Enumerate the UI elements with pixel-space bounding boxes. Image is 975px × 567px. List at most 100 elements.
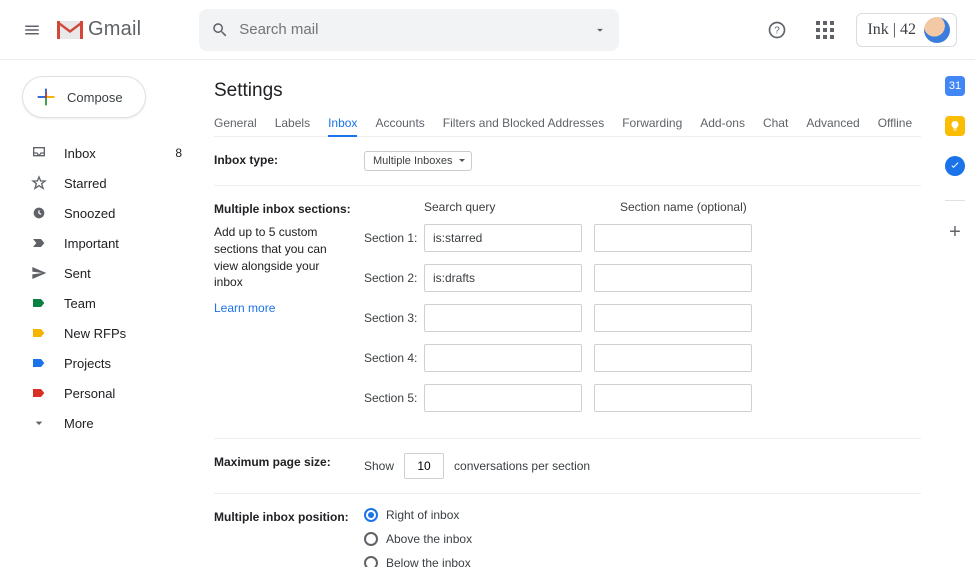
main-menu-button[interactable] xyxy=(12,21,52,39)
more-icon xyxy=(30,414,48,432)
workspace-name: Ink | 42 xyxy=(867,21,916,39)
page-title: Settings xyxy=(214,80,921,102)
sidebar-item-starred[interactable]: Starred xyxy=(8,168,200,198)
label-green-icon xyxy=(30,294,48,312)
position-label: Multiple inbox position: xyxy=(214,508,364,524)
sidebar-item-inbox[interactable]: Inbox 8 xyxy=(8,138,200,168)
keep-icon xyxy=(949,120,961,132)
tab-add-ons[interactable]: Add-ons xyxy=(700,116,745,130)
nav-list: Inbox 8 Starred Snoozed Important Sent Team New… xyxy=(8,138,200,438)
tab-accounts[interactable]: Accounts xyxy=(375,116,424,130)
page-size-label: Maximum page size: xyxy=(214,453,364,469)
sections-grid: Search query Section name (optional) Sec… xyxy=(364,200,790,424)
tasks-addon[interactable] xyxy=(945,156,965,176)
tab-inbox[interactable]: Inbox xyxy=(328,116,357,137)
tab-general[interactable]: General xyxy=(214,116,257,130)
account-chip[interactable]: Ink | 42 xyxy=(856,13,957,47)
section-name-input-1[interactable] xyxy=(594,224,752,252)
radio-icon xyxy=(364,508,378,522)
position-option-label: Above the inbox xyxy=(386,532,472,546)
sidebar-item-more[interactable]: More xyxy=(8,408,200,438)
label-blue-icon xyxy=(30,354,48,372)
section-query-input-1[interactable] xyxy=(424,224,582,252)
section-row-3: Section 3: xyxy=(364,304,790,332)
tab-labels[interactable]: Labels xyxy=(275,116,310,130)
rail-separator xyxy=(945,200,965,201)
inbox-type-label: Inbox type: xyxy=(214,151,364,167)
sidebar-item-label: Team xyxy=(64,296,96,311)
main-content: Settings General Labels Inbox Accounts Filte… xyxy=(200,60,935,567)
position-option-0[interactable]: Right of inbox xyxy=(364,508,472,522)
section-query-input-3[interactable] xyxy=(424,304,582,332)
inbox-icon xyxy=(30,144,48,162)
section-row-label: Section 1: xyxy=(364,231,424,245)
sidebar-item-projects[interactable]: Projects xyxy=(8,348,200,378)
section-page-size: Maximum page size: Show conversations pe… xyxy=(214,439,921,494)
section-name-input-3[interactable] xyxy=(594,304,752,332)
sidebar-item-label: More xyxy=(64,416,94,431)
learn-more-link[interactable]: Learn more xyxy=(214,301,364,315)
page-size-input[interactable] xyxy=(404,453,444,479)
section-name-input-5[interactable] xyxy=(594,384,752,412)
keep-addon[interactable] xyxy=(945,116,965,136)
section-query-input-2[interactable] xyxy=(424,264,582,292)
sidebar-item-label: Snoozed xyxy=(64,206,115,221)
gmail-logo[interactable]: Gmail xyxy=(56,18,141,41)
sidebar-item-label: Important xyxy=(64,236,119,251)
sidebar-item-sent[interactable]: Sent xyxy=(8,258,200,288)
calendar-addon[interactable]: 31 xyxy=(945,76,965,96)
section-name-input-2[interactable] xyxy=(594,264,752,292)
avatar-icon xyxy=(924,17,950,43)
section-position: Multiple inbox position: Right of inbox A… xyxy=(214,494,921,567)
sent-icon xyxy=(30,264,48,282)
sidebar-item-snoozed[interactable]: Snoozed xyxy=(8,198,200,228)
position-option-label: Right of inbox xyxy=(386,508,459,522)
section-multi-inbox: Multiple inbox sections: Add up to 5 cus… xyxy=(214,186,921,439)
sidebar-item-label: Inbox xyxy=(64,146,96,161)
tab-offline[interactable]: Offline xyxy=(878,116,912,130)
section-row-2: Section 2: xyxy=(364,264,790,292)
apps-button[interactable] xyxy=(808,13,842,47)
grid-header: Search query Section name (optional) xyxy=(364,200,790,214)
label-red-icon xyxy=(30,384,48,402)
multi-inbox-label: Multiple inbox sections: xyxy=(214,200,364,216)
sidebar-item-new-rfps[interactable]: New RFPs xyxy=(8,318,200,348)
sidebar: Compose Inbox 8 Starred Snoozed Important Sen… xyxy=(0,72,200,438)
sidebar-item-label: Starred xyxy=(64,176,107,191)
section-name-input-4[interactable] xyxy=(594,344,752,372)
clock-icon xyxy=(30,204,48,222)
add-addon-button[interactable]: + xyxy=(949,221,961,244)
settings-tabs: General Labels Inbox Accounts Filters and Bl… xyxy=(214,116,921,137)
page-size-suffix: conversations per section xyxy=(454,459,590,473)
position-option-2[interactable]: Below the inbox xyxy=(364,556,472,567)
tab-chat[interactable]: Chat xyxy=(763,116,788,130)
sidebar-item-team[interactable]: Team xyxy=(8,288,200,318)
search-icon xyxy=(211,21,229,39)
sidebar-item-personal[interactable]: Personal xyxy=(8,378,200,408)
plus-icon: + xyxy=(949,221,961,243)
position-option-1[interactable]: Above the inbox xyxy=(364,532,472,546)
side-rail: 31 + xyxy=(935,76,975,244)
section-row-label: Section 5: xyxy=(364,391,424,405)
topbar: Gmail ? Ink | 42 xyxy=(0,0,975,60)
search-bar[interactable] xyxy=(199,9,619,51)
section-row-5: Section 5: xyxy=(364,384,790,412)
help-button[interactable]: ? xyxy=(760,13,794,47)
search-options-icon[interactable] xyxy=(593,23,607,37)
tab-advanced[interactable]: Advanced xyxy=(806,116,859,130)
section-query-input-4[interactable] xyxy=(424,344,582,372)
label-yellow-icon xyxy=(30,324,48,342)
section-query-input-5[interactable] xyxy=(424,384,582,412)
search-input[interactable] xyxy=(229,20,593,39)
compose-label: Compose xyxy=(67,90,123,105)
sidebar-item-badge: 8 xyxy=(175,146,182,160)
svg-text:?: ? xyxy=(775,25,781,36)
top-right-controls: ? Ink | 42 xyxy=(760,13,957,47)
sidebar-item-important[interactable]: Important xyxy=(8,228,200,258)
section-row-1: Section 1: xyxy=(364,224,790,252)
inbox-type-dropdown[interactable]: Multiple Inboxes xyxy=(364,151,472,171)
compose-button[interactable]: Compose xyxy=(22,76,146,118)
calendar-icon: 31 xyxy=(949,80,961,92)
tab-forwarding[interactable]: Forwarding xyxy=(622,116,682,130)
tab-filters-and-blocked-addresses[interactable]: Filters and Blocked Addresses xyxy=(443,116,604,130)
